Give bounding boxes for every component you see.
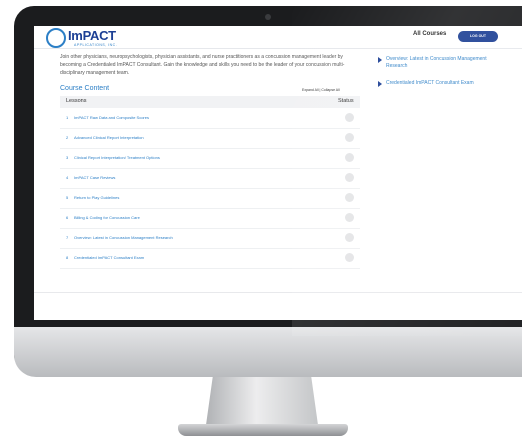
lesson-title-link[interactable]: Billing & Coding for Concussion Care: [74, 215, 140, 220]
lesson-number: 5: [66, 195, 69, 200]
course-intro-text: Join other physicians, neuropsychologist…: [60, 54, 345, 76]
all-courses-link[interactable]: All Courses: [413, 31, 446, 37]
status-column-header: Status: [338, 98, 354, 104]
logout-button[interactable]: LOG OUT: [458, 31, 498, 42]
status-circle-icon: [345, 213, 354, 222]
status-circle-icon: [345, 153, 354, 162]
lesson-number: 7: [66, 235, 69, 240]
status-circle-icon: [345, 233, 354, 242]
status-circle-icon: [345, 193, 354, 202]
triangle-right-icon: [378, 81, 382, 87]
logo-text: ImPACT: [68, 28, 116, 43]
lesson-row[interactable]: 7 Overview: Latest in Concussion Managem…: [60, 228, 360, 249]
lessons-table-header: Lessons Status: [60, 96, 360, 108]
lesson-number: 2: [66, 135, 69, 140]
lesson-row[interactable]: 4 ImPACT Case Reviews: [60, 168, 360, 189]
monitor-chin: [14, 327, 522, 377]
lesson-title-link[interactable]: Clinical Report Interpretation/ Treatmen…: [74, 155, 160, 160]
logo-ring-icon: [46, 28, 66, 48]
lesson-row[interactable]: 1 ImPACT Raw Data and Composite Scores: [60, 108, 360, 129]
logo-subtext: APPLICATIONS, INC.: [74, 43, 118, 47]
lesson-number: 8: [66, 255, 69, 260]
sidebar-item-label[interactable]: Overview: Latest in Concussion Managemen…: [386, 56, 504, 70]
lesson-title-link[interactable]: ImPACT Case Reviews: [74, 175, 115, 180]
lesson-number: 4: [66, 175, 69, 180]
monitor-stand-foot: [178, 424, 348, 436]
triangle-right-icon: [378, 57, 382, 63]
lesson-row[interactable]: 3 Clinical Report Interpretation/ Treatm…: [60, 148, 360, 169]
lesson-title-link[interactable]: ImPACT Raw Data and Composite Scores: [74, 115, 149, 120]
lesson-row[interactable]: 8 Credentialed ImPACT Consultant Exam: [60, 248, 360, 269]
lesson-number: 3: [66, 155, 69, 160]
sidebar-item-label[interactable]: Credentialed ImPACT Consultant Exam: [386, 80, 504, 87]
content-divider: [34, 292, 522, 293]
lesson-number: 1: [66, 115, 69, 120]
lesson-title-link[interactable]: Credentialed ImPACT Consultant Exam: [74, 255, 144, 260]
lesson-row[interactable]: 6 Billing & Coding for Concussion Care: [60, 208, 360, 229]
status-circle-icon: [345, 113, 354, 122]
lesson-title-link[interactable]: Advanced Clinical Report Interpretation: [74, 135, 144, 140]
camera-dot: [265, 14, 271, 20]
status-circle-icon: [345, 173, 354, 182]
lesson-row[interactable]: 2 Advanced Clinical Report Interpretatio…: [60, 128, 360, 149]
lesson-row[interactable]: 5 Return to Play Guidelines: [60, 188, 360, 209]
course-content-title: Course Content: [60, 85, 110, 92]
lesson-title-link[interactable]: Overview: Latest in Concussion Managemen…: [74, 235, 173, 240]
monitor-stand-neck: [206, 377, 318, 425]
lessons-column-header: Lessons: [66, 98, 87, 104]
status-circle-icon: [345, 253, 354, 262]
impact-logo[interactable]: ImPACT APPLICATIONS, INC.: [46, 28, 136, 48]
lesson-number: 6: [66, 215, 69, 220]
site-header: ImPACT APPLICATIONS, INC. All Courses LO…: [34, 26, 522, 49]
status-circle-icon: [345, 133, 354, 142]
screen: ImPACT APPLICATIONS, INC. All Courses LO…: [34, 26, 522, 320]
expand-collapse-controls[interactable]: Expand All | Collapse All: [302, 88, 340, 92]
lesson-title-link[interactable]: Return to Play Guidelines: [74, 195, 119, 200]
